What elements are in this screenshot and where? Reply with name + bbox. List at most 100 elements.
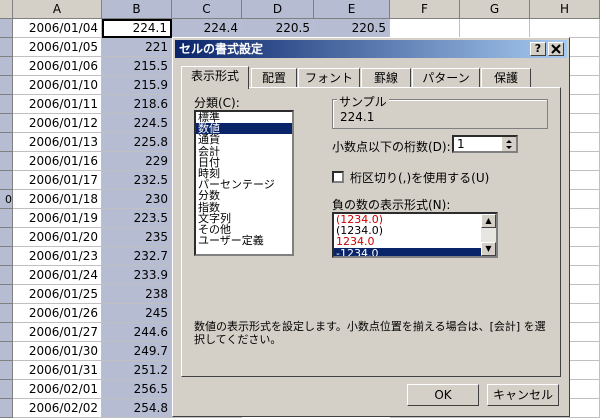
value-cell[interactable]: 220.5 bbox=[242, 19, 314, 38]
date-cell[interactable]: 2006/01/24 bbox=[13, 266, 102, 285]
date-cell[interactable]: 2006/02/02 bbox=[13, 399, 102, 418]
empty-cell[interactable] bbox=[460, 19, 530, 38]
date-cell[interactable]: 2006/01/06 bbox=[13, 57, 102, 76]
value-cell[interactable]: 221 bbox=[102, 38, 172, 57]
cancel-button[interactable]: キャンセル bbox=[487, 384, 559, 406]
row-header[interactable] bbox=[0, 228, 13, 247]
close-button[interactable] bbox=[548, 42, 564, 56]
date-cell[interactable]: 2006/01/20 bbox=[13, 228, 102, 247]
row-header[interactable] bbox=[0, 209, 13, 228]
tab-number[interactable]: 表示形式 bbox=[181, 66, 249, 89]
dialog-titlebar[interactable]: セルの書式設定 ? bbox=[175, 40, 567, 58]
value-cell[interactable]: 218.6 bbox=[102, 95, 172, 114]
value-cell[interactable]: 230 bbox=[102, 190, 172, 209]
row-header[interactable] bbox=[0, 152, 13, 171]
column-header-b[interactable]: B bbox=[102, 0, 172, 19]
value-cell[interactable]: 223.5 bbox=[102, 209, 172, 228]
value-cell[interactable]: 249.7 bbox=[102, 342, 172, 361]
date-cell[interactable]: 2006/01/04 bbox=[13, 19, 102, 38]
column-header-h[interactable]: H bbox=[530, 0, 600, 19]
date-cell[interactable]: 2006/01/25 bbox=[13, 285, 102, 304]
thousand-separator-checkbox[interactable] bbox=[332, 171, 344, 183]
date-cell[interactable]: 2006/01/17 bbox=[13, 171, 102, 190]
value-cell[interactable]: 224.4 bbox=[172, 19, 242, 38]
category-item[interactable]: 分数 bbox=[196, 190, 292, 201]
date-cell[interactable]: 2006/01/30 bbox=[13, 342, 102, 361]
column-header-g[interactable]: G bbox=[460, 0, 530, 19]
category-item[interactable]: 通貨 bbox=[196, 134, 292, 145]
date-cell[interactable]: 2006/01/05 bbox=[13, 38, 102, 57]
empty-cell[interactable] bbox=[390, 19, 460, 38]
row-header[interactable] bbox=[0, 247, 13, 266]
tab-patterns[interactable]: パターン bbox=[412, 68, 480, 88]
scroll-up-button[interactable]: ▲ bbox=[481, 214, 496, 228]
column-header-a[interactable]: A bbox=[13, 0, 102, 19]
date-cell[interactable]: 2006/01/27 bbox=[13, 323, 102, 342]
value-cell[interactable]: 229 bbox=[102, 152, 172, 171]
row-header[interactable] bbox=[0, 38, 13, 57]
negative-numbers-listbox[interactable]: (1234.0) (1234.0) 1234.0 -1234.0 ▲ ▼ bbox=[332, 212, 498, 258]
date-cell[interactable]: 2006/01/11 bbox=[13, 95, 102, 114]
row-header[interactable] bbox=[0, 133, 13, 152]
negative-format-item[interactable]: -1234.0 bbox=[334, 247, 481, 256]
empty-cell[interactable] bbox=[530, 19, 600, 38]
date-cell[interactable]: 2006/01/10 bbox=[13, 76, 102, 95]
scroll-down-button[interactable]: ▼ bbox=[481, 242, 496, 256]
category-item[interactable]: 指数 bbox=[196, 201, 292, 213]
row-header[interactable] bbox=[0, 114, 13, 133]
value-cell[interactable]: 225.8 bbox=[102, 133, 172, 152]
date-cell[interactable]: 2006/01/18 bbox=[13, 190, 102, 209]
row-header[interactable] bbox=[0, 304, 13, 323]
value-cell[interactable]: 256.5 bbox=[102, 380, 172, 399]
tab-border[interactable]: 罫線 bbox=[361, 68, 411, 88]
category-item[interactable]: ユーザー定義 bbox=[196, 235, 292, 246]
row-header[interactable]: 0 bbox=[0, 190, 13, 209]
negative-format-item[interactable]: 1234.0 bbox=[334, 236, 481, 247]
category-listbox[interactable]: 標準 数値 通貨 会計 日付 時刻 パーセンテージ 分数 指数 文字列 その他 ユーザー定義 bbox=[194, 110, 294, 256]
row-header[interactable] bbox=[0, 95, 13, 114]
help-button[interactable]: ? bbox=[530, 42, 546, 56]
column-header-c[interactable]: C bbox=[172, 0, 242, 19]
tab-alignment[interactable]: 配置 bbox=[251, 68, 297, 88]
date-cell[interactable]: 2006/01/13 bbox=[13, 133, 102, 152]
value-cell[interactable]: 224.5 bbox=[102, 114, 172, 133]
column-header-e[interactable]: E bbox=[314, 0, 390, 19]
value-cell[interactable]: 233.9 bbox=[102, 266, 172, 285]
value-cell[interactable]: 215.5 bbox=[102, 57, 172, 76]
active-cell[interactable]: 224.1 bbox=[102, 19, 172, 38]
row-header[interactable] bbox=[0, 399, 13, 418]
row-header[interactable] bbox=[0, 266, 13, 285]
decimal-places-stepper[interactable]: 1 bbox=[452, 135, 518, 153]
date-cell[interactable]: 2006/01/23 bbox=[13, 247, 102, 266]
row-header[interactable] bbox=[0, 342, 13, 361]
row-header[interactable] bbox=[0, 323, 13, 342]
row-header[interactable] bbox=[0, 380, 13, 399]
value-cell[interactable]: 232.7 bbox=[102, 247, 172, 266]
date-cell[interactable]: 2006/01/31 bbox=[13, 361, 102, 380]
value-cell[interactable]: 238 bbox=[102, 285, 172, 304]
value-cell[interactable]: 245 bbox=[102, 304, 172, 323]
value-cell[interactable]: 254.8 bbox=[102, 399, 172, 418]
row-header[interactable] bbox=[0, 285, 13, 304]
value-cell[interactable]: 251.2 bbox=[102, 361, 172, 380]
row-header[interactable] bbox=[0, 76, 13, 95]
date-cell[interactable]: 2006/01/12 bbox=[13, 114, 102, 133]
value-cell[interactable]: 235 bbox=[102, 228, 172, 247]
value-cell[interactable]: 244.6 bbox=[102, 323, 172, 342]
value-cell[interactable]: 215.9 bbox=[102, 76, 172, 95]
value-cell[interactable]: 220.5 bbox=[314, 19, 390, 38]
date-cell[interactable]: 2006/01/19 bbox=[13, 209, 102, 228]
stepper-arrows[interactable] bbox=[502, 137, 516, 151]
column-header-d[interactable]: D bbox=[242, 0, 314, 19]
row-header[interactable] bbox=[0, 19, 13, 38]
date-cell[interactable]: 2006/01/16 bbox=[13, 152, 102, 171]
row-header[interactable] bbox=[0, 171, 13, 190]
date-cell[interactable]: 2006/01/26 bbox=[13, 304, 102, 323]
negative-scrollbar[interactable]: ▲ ▼ bbox=[481, 214, 496, 256]
column-header-f[interactable]: F bbox=[390, 0, 460, 19]
date-cell[interactable]: 2006/02/01 bbox=[13, 380, 102, 399]
select-all-corner[interactable] bbox=[0, 0, 13, 19]
tab-font[interactable]: フォント bbox=[298, 68, 360, 88]
ok-button[interactable]: OK bbox=[407, 384, 479, 406]
row-header[interactable] bbox=[0, 361, 13, 380]
